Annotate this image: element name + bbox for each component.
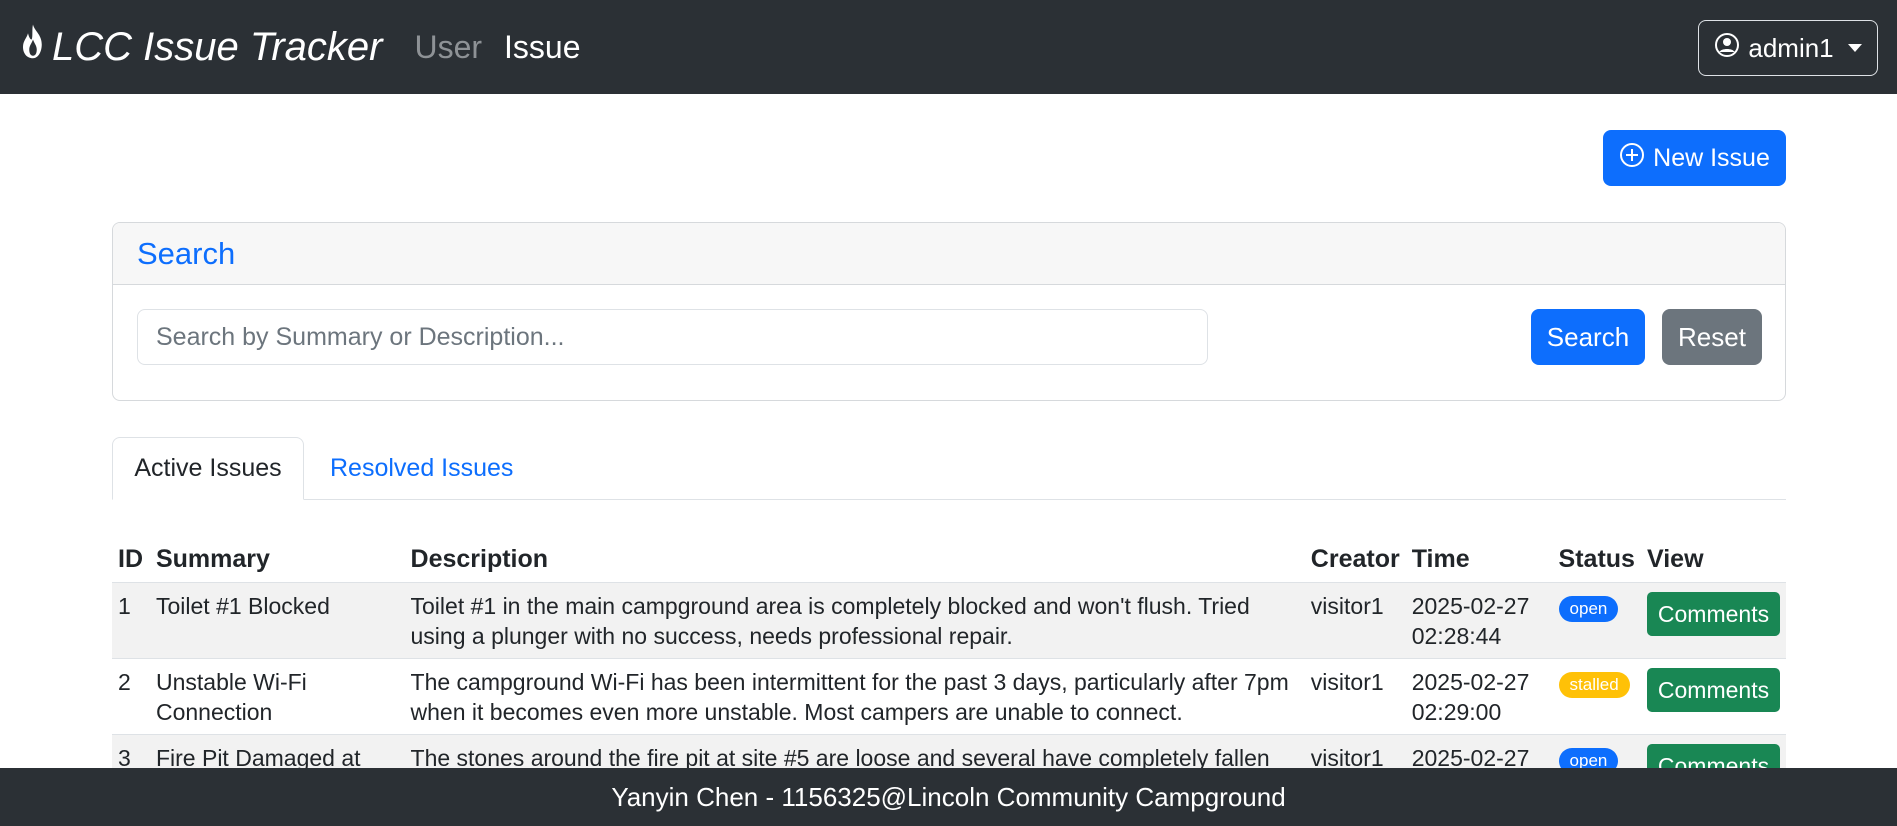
comments-button[interactable]: Comments xyxy=(1647,591,1780,636)
cell-creator: visitor1 xyxy=(1304,658,1406,735)
brand-link[interactable]: LCC Issue Tracker xyxy=(18,23,382,71)
issue-tabs: Active Issues Resolved Issues xyxy=(112,437,1786,500)
cell-summary: Unstable Wi-Fi Connection xyxy=(149,658,405,735)
cell-view: Comments xyxy=(1641,658,1786,735)
cell-description: Toilet #1 in the main campground area is… xyxy=(404,582,1305,659)
reset-button[interactable]: Reset xyxy=(1662,309,1762,365)
status-badge: open xyxy=(1558,595,1619,622)
search-button[interactable]: Search xyxy=(1531,309,1645,365)
cell-id: 1 xyxy=(112,582,150,659)
user-menu-label: admin1 xyxy=(1748,32,1834,63)
column-header-time: Time xyxy=(1405,536,1553,583)
column-header-creator: Creator xyxy=(1304,536,1406,583)
cell-summary: Toilet #1 Blocked xyxy=(149,582,405,659)
plus-circle-icon xyxy=(1619,142,1645,175)
column-header-description: Description xyxy=(404,536,1305,583)
user-circle-icon xyxy=(1714,32,1740,65)
user-menu-button[interactable]: admin1 xyxy=(1698,20,1878,76)
cell-creator: visitor1 xyxy=(1304,582,1406,659)
brand-title: LCC Issue Tracker xyxy=(52,24,383,69)
cell-view: Comments xyxy=(1641,582,1786,659)
new-issue-button[interactable]: New Issue xyxy=(1603,130,1786,186)
search-card: Search Search Reset xyxy=(112,222,1786,401)
tab-active-issues[interactable]: Active Issues xyxy=(112,437,304,500)
caret-down-icon xyxy=(1847,44,1862,52)
flame-icon xyxy=(18,23,52,71)
cell-time: 2025-02-27 02:28:44 xyxy=(1405,582,1553,659)
table-header-row: ID Summary Description Creator Time Stat… xyxy=(112,536,1786,583)
column-header-status: Status xyxy=(1552,536,1641,583)
new-issue-label: New Issue xyxy=(1653,143,1770,172)
status-badge: stalled xyxy=(1558,671,1630,698)
tab-resolved-issues[interactable]: Resolved Issues xyxy=(330,437,513,500)
search-card-header: Search xyxy=(113,223,1785,285)
search-input[interactable] xyxy=(137,309,1208,365)
page-footer: Yanyin Chen - 1156325@Lincoln Community … xyxy=(0,768,1897,826)
table-row: 1 Toilet #1 Blocked Toilet #1 in the mai… xyxy=(112,582,1786,659)
nav-link-issue[interactable]: Issue xyxy=(504,29,580,66)
column-header-summary: Summary xyxy=(149,536,405,583)
top-navbar: LCC Issue Tracker User Issue admin1 xyxy=(0,0,1897,94)
nav-link-user[interactable]: User xyxy=(414,29,482,66)
comments-button[interactable]: Comments xyxy=(1647,667,1780,712)
cell-status: stalled xyxy=(1552,658,1641,735)
cell-status: open xyxy=(1552,582,1641,659)
column-header-view: View xyxy=(1641,536,1786,583)
cell-time: 2025-02-27 02:29:00 xyxy=(1405,658,1553,735)
cell-id: 2 xyxy=(112,658,150,735)
table-row: 2 Unstable Wi-Fi Connection The campgrou… xyxy=(112,658,1786,735)
column-header-id: ID xyxy=(112,536,150,583)
cell-description: The campground Wi-Fi has been intermitte… xyxy=(404,658,1305,735)
